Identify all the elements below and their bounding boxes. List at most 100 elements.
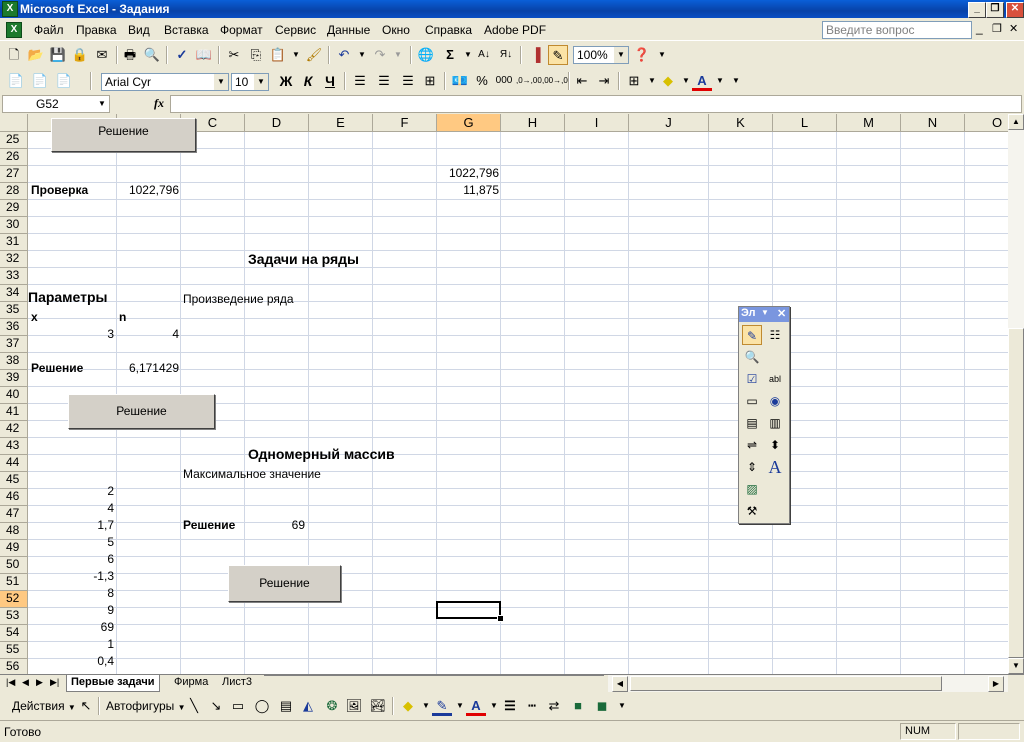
font-color-icon-2[interactable]: A [466, 696, 486, 716]
currency-icon[interactable]: 💶 [450, 71, 470, 91]
dash-style-icon[interactable]: ┅ [522, 696, 542, 716]
align-right-icon[interactable]: ☰ [398, 71, 418, 91]
column-header-E[interactable]: E [309, 114, 373, 132]
copy-icon[interactable]: ⎘ [246, 45, 266, 65]
properties-icon[interactable]: ☷ [765, 325, 785, 345]
maximize-button[interactable]: ❐ [986, 2, 1004, 18]
row-header-43[interactable]: 43 [0, 438, 28, 455]
menu-data[interactable]: Данные [327, 23, 370, 37]
column-header-G[interactable]: G [437, 114, 501, 132]
align-left-icon[interactable]: ☰ [350, 71, 370, 91]
menu-insert[interactable]: Вставка [164, 23, 209, 37]
save-icon[interactable]: 💾 [48, 45, 68, 65]
menu-edit[interactable]: Правка [76, 23, 117, 37]
font-color-icon[interactable]: A [692, 71, 712, 91]
spelling-icon[interactable]: ✓ [172, 45, 192, 65]
actions-menu[interactable]: Действия ▼ [12, 699, 76, 713]
button-control-icon[interactable]: ▭ [742, 391, 762, 411]
picture-icon[interactable]: 🏞 [368, 696, 388, 716]
drawing-icon[interactable]: ✎ [548, 45, 568, 65]
radio-control-icon[interactable]: ◉ [765, 391, 785, 411]
font-name-combo[interactable]: Arial Cyr ▼ [101, 73, 229, 91]
autosum-icon[interactable]: Σ [440, 45, 460, 65]
checkbox-control-icon[interactable]: ☑ [742, 369, 762, 389]
row-header-56[interactable]: 56 [0, 659, 28, 674]
cell-A38[interactable]: Решение [31, 360, 83, 377]
scroll-right-icon[interactable]: ▶ [988, 676, 1004, 692]
line-color-icon[interactable]: ✎ [432, 696, 452, 716]
textbox-icon[interactable]: ▤ [276, 696, 296, 716]
paste-icon[interactable]: 📋 [268, 45, 288, 65]
thousands-button[interactable]: 000 [494, 71, 514, 91]
3d-icon[interactable]: ◼ [592, 696, 612, 716]
permission-icon[interactable]: 🔒 [70, 45, 90, 65]
align-center-icon[interactable]: ☰ [374, 71, 394, 91]
cell-B38[interactable]: 6,171429 [117, 360, 179, 377]
merge-center-icon[interactable]: ⊞ [420, 71, 440, 91]
worksheet-grid[interactable]: ABCDEFGHIJKLMNO 252627282930313233343536… [0, 114, 1008, 674]
row-header-55[interactable]: 55 [0, 642, 28, 659]
cell-A54[interactable]: 1 [30, 636, 114, 653]
vertical-scrollbar[interactable]: ▲ ▼ [1008, 114, 1024, 674]
cell-A50[interactable]: -1,3 [30, 568, 114, 585]
cell-A52[interactable]: 9 [30, 602, 114, 619]
row-header-39[interactable]: 39 [0, 370, 28, 387]
line-style-icon[interactable]: ☰ [500, 696, 520, 716]
column-header-K[interactable]: K [709, 114, 773, 132]
row-header-48[interactable]: 48 [0, 523, 28, 540]
cell-B28[interactable]: 1022,796 [117, 182, 179, 199]
name-box-dropdown-icon[interactable]: ▼ [95, 96, 109, 112]
view-code-icon[interactable]: 🔍 [742, 347, 762, 367]
row-header-30[interactable]: 30 [0, 217, 28, 234]
doc-restore-button[interactable]: ❐ [992, 22, 1002, 35]
cell-D47[interactable]: 69 [245, 517, 305, 534]
font-name-dropdown-icon[interactable]: ▼ [214, 74, 228, 90]
row-header-33[interactable]: 33 [0, 268, 28, 285]
row-header-29[interactable]: 29 [0, 200, 28, 217]
vertical-scroll-thumb[interactable] [1008, 328, 1024, 658]
format-painter-icon[interactable]: 🖌 [304, 45, 324, 65]
row-header-52[interactable]: 52 [0, 591, 28, 608]
percent-button[interactable]: % [472, 71, 492, 91]
next-sheet-icon[interactable]: ▶ [36, 677, 43, 688]
row-header-51[interactable]: 51 [0, 574, 28, 591]
spin-control-icon[interactable]: ⬍ [765, 435, 785, 455]
solve-button-3[interactable]: Решение [228, 565, 341, 602]
diagram-icon[interactable]: ❂ [322, 696, 342, 716]
column-header-L[interactable]: L [773, 114, 837, 132]
row-header-49[interactable]: 49 [0, 540, 28, 557]
undo-icon[interactable]: ↶ [334, 45, 354, 65]
sheet-tab-first[interactable]: Первые задачи [66, 675, 160, 692]
toolbox-dropdown-icon[interactable]: ▼ [761, 308, 769, 317]
row-header-32[interactable]: 32 [0, 251, 28, 268]
doc-close-button[interactable]: ✕ [1009, 22, 1018, 35]
hyperlink-icon[interactable]: 🌐 [416, 45, 436, 65]
underline-button[interactable]: Ч [320, 71, 340, 91]
menu-window[interactable]: Окно [382, 23, 410, 37]
menu-tools[interactable]: Сервис [275, 23, 316, 37]
row-header-31[interactable]: 31 [0, 234, 28, 251]
increase-decimal-button[interactable]: ,0→,00 [516, 71, 542, 91]
toolbar-options-icon[interactable]: ▼ [652, 45, 672, 65]
image-control-icon[interactable]: ▨ [742, 479, 762, 499]
fill-handle[interactable] [497, 615, 504, 622]
doc-minimize-button[interactable]: _ [976, 21, 983, 35]
pdf-email-icon[interactable]: 📄 [30, 71, 50, 91]
bold-button[interactable]: Ж [276, 71, 296, 91]
italic-button[interactable]: К [298, 71, 318, 91]
last-sheet-icon[interactable]: ▶| [50, 677, 59, 688]
wordart-icon[interactable]: ◭ [298, 696, 318, 716]
fill-color-icon-2[interactable]: ◆ [398, 696, 418, 716]
cell-A47[interactable]: 1,7 [30, 517, 114, 534]
active-cell-G52[interactable] [436, 601, 501, 619]
toolbar-options-icon-2[interactable]: ▼ [726, 71, 746, 91]
chart-wizard-icon[interactable]: ▐ [526, 45, 546, 65]
row-header-28[interactable]: 28 [0, 183, 28, 200]
cell-A36[interactable]: 3 [30, 326, 114, 343]
borders-icon[interactable]: ⊞ [624, 71, 644, 91]
cell-A28[interactable]: Проверка [31, 182, 116, 199]
fx-icon[interactable]: fx [154, 96, 164, 111]
scroll-left-icon[interactable]: ◀ [612, 676, 628, 692]
undo-dropdown-icon[interactable]: ▼ [352, 45, 372, 65]
arrow-icon[interactable]: ↘ [206, 696, 226, 716]
